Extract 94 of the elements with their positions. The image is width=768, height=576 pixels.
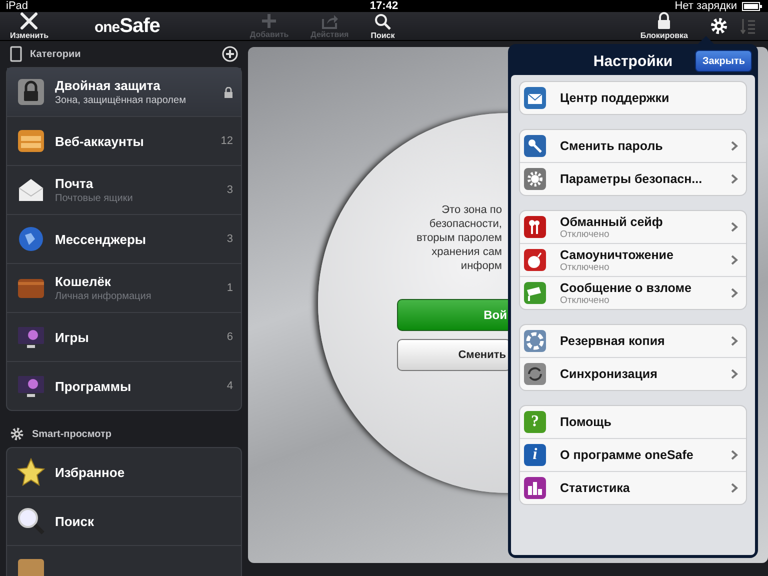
settings-item-title: Сообщение о взломе <box>560 280 692 294</box>
settings-item-title: Центр поддержки <box>560 91 670 105</box>
settings-item[interactable]: Центр поддержки <box>520 82 746 114</box>
item-count: 3 <box>226 233 233 245</box>
close-button[interactable]: Закрыть <box>695 50 752 72</box>
smart-view-title: Поиск <box>55 514 96 528</box>
settings-item-title: Синхронизация <box>560 367 658 381</box>
info-icon: i <box>524 444 546 466</box>
settings-item-title: Сменить пароль <box>560 139 664 153</box>
settings-item[interactable]: Параметры безопасн... <box>520 163 746 195</box>
settings-item-title: О программе oneSafe <box>560 448 694 462</box>
lifebuoy-icon <box>524 330 546 352</box>
smart-view-item[interactable]: Поиск <box>7 497 241 546</box>
settings-item-title: Помощь <box>560 415 612 429</box>
settings-item-status: Отключено <box>560 228 610 240</box>
share-icon <box>320 12 339 28</box>
section-title: Smart-просмотр <box>32 428 112 440</box>
star-icon <box>17 458 45 486</box>
padlock-icon <box>657 12 672 30</box>
settings-item[interactable]: Синхронизация <box>520 358 746 390</box>
bomb-icon <box>524 249 546 271</box>
device-name: iPad <box>6 0 28 12</box>
app-logo: oneSafe <box>94 14 160 38</box>
settings-item-title: Обманный сейф <box>560 214 664 228</box>
globe-icon <box>17 225 45 253</box>
clock: 17:42 <box>370 0 398 12</box>
key-icon <box>524 135 546 157</box>
settings-item[interactable]: Резервная копия <box>520 325 746 358</box>
popover-title: Настройки <box>593 52 673 70</box>
bar-chart-icon <box>524 477 546 499</box>
category-subtitle: Личная информация <box>55 291 152 302</box>
settings-item-status: Отключено <box>560 262 610 272</box>
change-password-button[interactable]: Сменить <box>397 339 511 371</box>
category-item[interactable]: Веб-аккаунты 12 <box>7 117 241 166</box>
category-item[interactable]: Игры 6 <box>7 313 241 362</box>
settings-item[interactable]: Сменить пароль <box>520 130 746 163</box>
search-icon <box>374 12 392 30</box>
lock-button[interactable]: Блокировка <box>636 12 692 40</box>
item-count: 1 <box>226 282 233 294</box>
category-title: Программы <box>55 378 132 394</box>
search-button[interactable]: Поиск <box>366 12 399 40</box>
category-title: Мессенджеры <box>55 232 147 246</box>
settings-item-status: Отключено <box>560 294 610 306</box>
info-text-line: информ <box>460 259 502 273</box>
info-text-line: вторым паролем <box>416 231 502 245</box>
category-title: Двойная защита <box>55 78 162 93</box>
settings-item[interactable]: Статистика <box>520 472 746 504</box>
settings-item[interactable]: Обманный сейф Отключено <box>520 211 746 244</box>
help-icon: ? <box>524 411 546 433</box>
info-text-line: Это зона по <box>442 203 502 217</box>
category-title: Веб-аккаунты <box>55 134 145 148</box>
item-count: 6 <box>226 331 233 343</box>
info-text-line: безопасности, <box>429 217 502 231</box>
category-subtitle: Зона, защищённая паролем <box>55 95 187 106</box>
settings-item[interactable]: i О программе oneSafe <box>520 439 746 472</box>
tablet-icon <box>10 46 22 62</box>
item-count: 3 <box>226 184 233 196</box>
settings-item-title: Резервная копия <box>560 334 666 348</box>
battery-icon <box>742 2 762 10</box>
category-item[interactable]: Двойная защита Зона, защищённая паролем <box>7 68 241 117</box>
folder-icon <box>17 127 45 155</box>
add-category-button[interactable] <box>222 46 238 62</box>
lock-icon <box>17 78 45 106</box>
smart-view-title: Избранное <box>55 464 126 480</box>
keys-icon <box>524 216 546 238</box>
settings-item[interactable]: Сообщение о взломе Отключено <box>520 277 746 309</box>
folder-icon <box>17 556 45 576</box>
info-text-line: хранения сам <box>432 245 502 259</box>
section-title: Категории <box>30 48 82 60</box>
smart-view-item[interactable]: Избранное <box>7 448 241 497</box>
envelope-icon <box>17 176 45 204</box>
category-subtitle: Почтовые ящики <box>55 193 134 204</box>
sync-icon <box>524 363 546 385</box>
category-item[interactable]: Почта Почтовые ящики 3 <box>7 166 241 215</box>
category-item[interactable]: Кошелёк Личная информация 1 <box>7 264 241 313</box>
envelope-icon <box>524 87 546 109</box>
category-title: Кошелёк <box>55 274 112 289</box>
category-item[interactable]: Мессенджеры 3 <box>7 215 241 264</box>
settings-item-title: Статистика <box>560 481 631 495</box>
settings-item[interactable]: ? Помощь <box>520 406 746 439</box>
edit-button[interactable]: Изменить <box>6 12 52 40</box>
category-title: Игры <box>55 330 90 344</box>
gear-icon <box>524 168 546 190</box>
settings-item-title: Параметры безопасн... <box>560 172 704 186</box>
gear-icon <box>10 427 24 441</box>
settings-item[interactable]: Самоуничтожение Отключено <box>520 244 746 277</box>
magnifier-icon <box>17 507 45 535</box>
item-count: 12 <box>220 135 233 147</box>
category-title: Почта <box>55 176 94 191</box>
item-count: 4 <box>226 380 233 392</box>
settings-item-title: Самоуничтожение <box>560 248 674 262</box>
plus-icon <box>261 12 278 28</box>
category-item[interactable]: Программы 4 <box>7 362 241 410</box>
battery-status: Нет зарядки <box>674 0 737 12</box>
